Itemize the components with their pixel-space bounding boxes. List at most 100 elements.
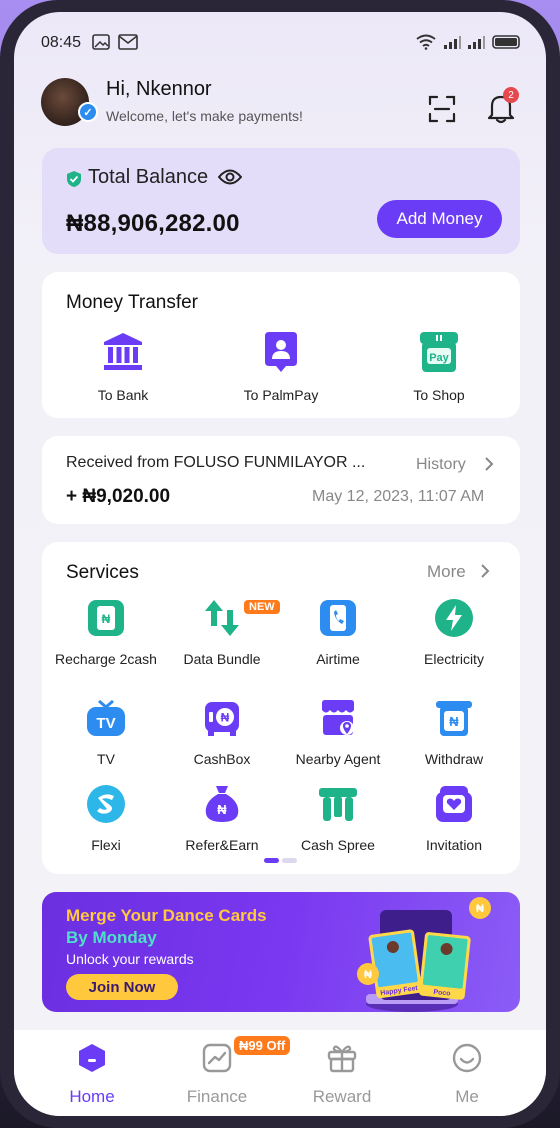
service-label: Recharge 2cash <box>55 651 157 667</box>
chevron-right-icon[interactable] <box>484 456 494 472</box>
gift-icon <box>327 1045 357 1073</box>
shop-pay-icon: Pay <box>420 332 458 372</box>
bank-icon <box>104 333 142 370</box>
chevron-right-icon[interactable] <box>480 563 490 579</box>
services-card: Services More ₦ Recharge 2cash Data Bund… <box>42 542 520 874</box>
services-title: Services <box>66 562 139 583</box>
service-tv[interactable]: TV TV <box>48 698 164 768</box>
shield-check-icon <box>67 171 81 187</box>
svg-text:₦: ₦ <box>102 612 111 626</box>
tab-label: Reward <box>312 1087 372 1106</box>
service-label: Data Bundle <box>183 651 261 667</box>
wifi-icon <box>416 34 436 50</box>
scan-icon[interactable] <box>427 94 457 124</box>
transaction-amount: + ₦9,020.00 <box>66 486 171 507</box>
balance-amount: ₦88,906,282.00 <box>66 210 240 237</box>
service-label: CashBox <box>193 751 251 767</box>
withdraw-icon: ₦ <box>436 701 472 736</box>
svg-text:Pay: Pay <box>429 352 449 364</box>
to-bank-button[interactable]: To Bank <box>58 330 188 403</box>
transaction-description: Received from FOLUSO FUNMILAYOR ... <box>66 454 366 471</box>
svg-text:₦: ₦ <box>476 903 484 915</box>
chart-icon <box>202 1043 232 1073</box>
status-bar: 08:45 <box>14 12 546 72</box>
service-invitation[interactable]: Invitation <box>396 784 512 854</box>
header: ✓ Hi, Nkennor Welcome, let's make paymen… <box>14 72 546 144</box>
notification-badge: 2 <box>503 87 519 103</box>
banner-caption: Unlock your rewards <box>66 951 194 967</box>
bottom-tab-bar: Home Finance ₦99 Off Reward Me <box>14 1030 546 1116</box>
service-label: Refer&Earn <box>185 837 259 853</box>
app-screen: 08:45 ✓ Hi, Nkennor Welcome, let's make … <box>14 12 546 1116</box>
money-bag-icon: ₦ <box>205 786 239 822</box>
verified-check-icon: ✓ <box>78 102 98 122</box>
recharge-icon: ₦ <box>88 600 124 636</box>
history-link[interactable]: History <box>416 456 466 474</box>
add-money-button[interactable]: Add Money <box>377 200 502 238</box>
to-shop-label: To Shop <box>413 387 465 403</box>
svg-text:₦: ₦ <box>217 802 227 817</box>
svg-text:TV: TV <box>96 715 115 732</box>
to-palmpay-label: To PalmPay <box>243 387 319 403</box>
balance-label: Total Balance <box>88 166 209 188</box>
service-withdraw[interactable]: ₦ Withdraw <box>396 698 512 768</box>
tab-label: Me <box>455 1087 479 1106</box>
page-indicator <box>264 858 297 863</box>
greeting: Hi, Nkennor <box>106 78 212 100</box>
phone-frame: 08:45 ✓ Hi, Nkennor Welcome, let's make … <box>0 0 560 1128</box>
service-refer-earn[interactable]: ₦ Refer&Earn <box>164 784 280 854</box>
banner-subheadline: By Monday <box>66 928 157 947</box>
svg-text:₦: ₦ <box>449 714 459 729</box>
service-cash-spree[interactable]: Cash Spree <box>280 784 396 854</box>
finance-offer-badge: ₦99 Off <box>234 1036 291 1055</box>
service-flexi[interactable]: Flexi <box>48 784 164 854</box>
eye-icon[interactable] <box>218 168 242 186</box>
to-shop-button[interactable]: Pay To Shop <box>374 330 504 403</box>
tab-me[interactable]: Me <box>417 1042 517 1107</box>
tab-label: Home <box>69 1087 115 1106</box>
new-badge: NEW <box>244 600 280 614</box>
svg-text:₦: ₦ <box>364 969 372 981</box>
tab-label: Finance <box>186 1087 248 1106</box>
signal-icon <box>444 36 461 49</box>
store-location-icon <box>322 700 354 735</box>
status-time: 08:45 <box>41 34 82 51</box>
transaction-date: May 12, 2023, 11:07 AM <box>312 488 485 505</box>
service-label: TV <box>97 751 115 767</box>
smiley-icon <box>452 1043 482 1073</box>
service-label: Withdraw <box>424 751 484 767</box>
tv-icon: TV <box>87 699 125 736</box>
service-label: Invitation <box>425 837 483 853</box>
tab-reward[interactable]: Reward <box>292 1042 392 1107</box>
palmpay-user-icon <box>265 332 297 372</box>
service-label: Electricity <box>424 651 484 667</box>
tab-home[interactable]: Home <box>42 1042 142 1107</box>
service-label: Cash Spree <box>301 837 375 853</box>
join-now-button[interactable]: Join Now <box>66 974 178 1000</box>
image-icon <box>92 34 110 50</box>
service-airtime[interactable]: Airtime <box>280 598 396 668</box>
money-transfer-title: Money Transfer <box>66 292 198 313</box>
balance-card: Total Balance ₦88,906,282.00 Add Money <box>42 148 520 254</box>
battery-icon <box>492 35 520 49</box>
service-label: Nearby Agent <box>295 751 381 767</box>
money-transfer-card: Money Transfer To Bank To PalmPay Pay To… <box>42 272 520 418</box>
banner-headline: Merge Your Dance Cards <box>66 906 267 925</box>
welcome-text: Welcome, let's make payments! <box>106 108 303 124</box>
service-recharge-2cash[interactable]: ₦ Recharge 2cash <box>48 598 164 668</box>
service-electricity[interactable]: Electricity <box>396 598 512 668</box>
invitation-icon <box>436 786 472 822</box>
data-bundle-icon <box>205 600 239 636</box>
svg-text:₦: ₦ <box>221 711 230 725</box>
promo-banner[interactable]: Merge Your Dance Cards By Monday Unlock … <box>42 892 520 1012</box>
dance-cards-illustration: Happy Feet Poco ₦ ₦ <box>357 897 491 1012</box>
flexi-icon <box>87 785 125 823</box>
cash-spree-icon <box>319 788 357 821</box>
to-palmpay-button[interactable]: To PalmPay <box>216 330 346 403</box>
service-nearby-agent[interactable]: Nearby Agent <box>280 698 396 768</box>
cashbox-icon: ₦ <box>205 702 239 736</box>
recent-transaction-card[interactable]: Received from FOLUSO FUNMILAYOR ... + ₦9… <box>42 436 520 524</box>
service-cashbox[interactable]: ₦ CashBox <box>164 698 280 768</box>
more-link[interactable]: More <box>427 562 466 582</box>
to-bank-label: To Bank <box>97 387 149 403</box>
